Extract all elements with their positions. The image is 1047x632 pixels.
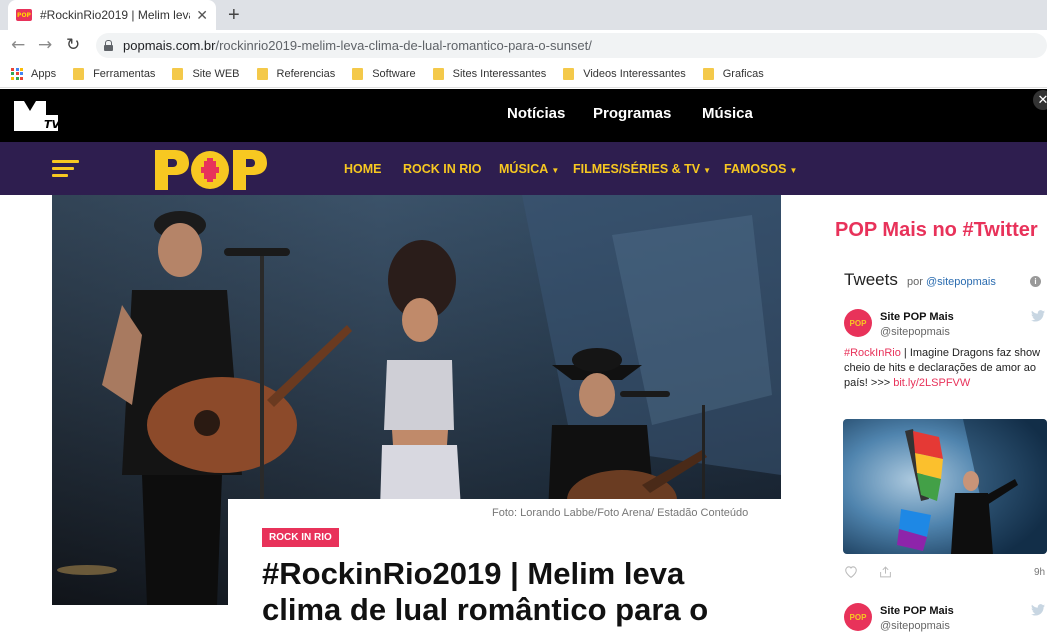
sidebar-title: POP Mais no #Twitter [835,219,1038,241]
bookmark-label: Ferramentas [93,67,156,80]
bookmark-label: Sites Interessantes [452,67,547,80]
mtv-nav-programas[interactable]: Programas [593,105,671,122]
bookmark-label: Videos Interessantes [583,67,686,80]
folder-icon [172,67,184,80]
back-icon[interactable]: ← [11,35,25,55]
browser-toolbar: ← → ↻ popmais.com.br/rockinrio2019-melim… [0,30,1047,60]
address-bar[interactable]: popmais.com.br/rockinrio2019-melim-leva-… [96,33,1047,58]
browser-tab-bar: POP #RockinRio2019 | Melim leva clim ✕ + [0,0,1047,30]
bookmark-apps[interactable]: Apps [11,67,57,80]
twitter-bird-icon[interactable] [1031,604,1045,616]
nav-label: HOME [344,162,382,176]
bookmark-label: Apps [31,67,57,80]
tab-title: #RockinRio2019 | Melim leva clim [40,8,190,22]
nav-label: ROCK IN RIO [403,162,482,176]
tweet-hashtag[interactable]: #RockInRio [844,347,901,359]
mtv-nav-musica[interactable]: Música [702,105,753,122]
forward-icon[interactable]: → [38,35,52,55]
pop-nav-rock-in-rio[interactable]: ROCK IN RIO [403,162,481,176]
svg-text:TV: TV [44,118,58,131]
category-badge[interactable]: ROCK IN RIO [262,528,339,547]
chevron-down-icon: ▼ [551,166,560,175]
bookmark-software[interactable]: Software [352,67,416,80]
bookmark-referencias[interactable]: Referencias [256,67,336,80]
tweet-author-handle[interactable]: @sitepopmais [880,326,950,338]
tweet-author-name[interactable]: Site POP Mais [880,605,954,617]
folder-icon [256,67,268,80]
mtv-logo[interactable]: TV [14,101,58,131]
chevron-down-icon: ▼ [789,166,798,175]
tweet-author-name[interactable]: Site POP Mais [880,311,954,323]
new-tab-icon[interactable]: + [228,4,240,27]
info-icon[interactable]: i [1030,276,1041,287]
tweets-heading: Tweets [844,270,898,289]
nav-label: MÚSICA [499,162,549,176]
nav-label: FILMES/SÉRIES & TV [573,162,701,176]
tweet-text: #RockInRio | Imagine Dragons faz show ch… [844,346,1044,391]
tweet-time[interactable]: 9h [1034,567,1045,578]
bookmark-label: Software [372,67,416,80]
pop-navbar: HOME ROCK IN RIO MÚSICA ▼ FILMES/SÉRIES &… [0,142,1047,195]
folder-icon [563,67,575,80]
article-headline: #RockinRio2019 | Melim leva clima de lua… [262,556,709,627]
bookmark-sites-interessantes[interactable]: Sites Interessantes [432,67,547,80]
pop-nav-home[interactable]: HOME [344,162,382,176]
bookmark-site-web[interactable]: Site WEB [172,67,240,80]
twitter-bird-icon[interactable] [1031,310,1045,322]
photo-credit: Foto: Lorando Labbe/Foto Arena/ Estadão … [492,507,749,519]
menu-icon[interactable] [52,160,79,178]
nav-label: FAMOSOS [724,162,787,176]
tweet-link[interactable]: bit.ly/2LSPFVW [893,377,970,389]
pop-nav-musica[interactable]: MÚSICA ▼ [499,162,559,176]
close-tab-icon[interactable]: ✕ [196,7,208,24]
tweets-by-label: por [907,276,923,288]
bookmark-label: Site WEB [192,67,240,80]
bookmark-ferramentas[interactable]: Ferramentas [73,67,156,80]
close-icon[interactable]: ✕ [1033,90,1047,110]
apps-grid-icon [11,67,23,80]
avatar[interactable]: POP [844,309,872,337]
lock-icon [104,40,113,51]
chevron-down-icon: ▼ [703,166,712,175]
bookmark-label: Referencias [276,67,336,80]
share-icon[interactable] [879,566,892,578]
folder-icon [702,67,714,80]
pop-plus-logo[interactable] [153,148,271,192]
tweet-media-image[interactable] [843,419,1047,554]
tweet-author-handle[interactable]: @sitepopmais [880,620,950,632]
folder-icon [432,67,444,80]
folder-icon [73,67,85,80]
folder-icon [352,67,364,80]
avatar[interactable]: POP [844,603,872,631]
url-path: /rockinrio2019-melim-leva-clima-de-lual-… [215,38,592,53]
bookmarks-bar: Apps Ferramentas Site WEB Referencias So… [0,60,1047,88]
tweets-by: por @sitepopmais [907,276,996,288]
browser-tab[interactable]: POP #RockinRio2019 | Melim leva clim ✕ [8,0,216,30]
heart-icon[interactable] [844,565,858,578]
pop-nav-filmes-series-tv[interactable]: FILMES/SÉRIES & TV ▼ [573,162,711,176]
bookmark-label: Graficas [722,67,764,80]
tweets-handle-link[interactable]: @sitepopmais [926,276,996,288]
url-domain: popmais.com.br [123,38,216,53]
reload-icon[interactable]: ↻ [66,35,80,55]
pop-favicon-icon: POP [16,9,32,21]
mtv-header: TV Notícias Programas Música ✕ [0,89,1047,142]
bookmark-graficas[interactable]: Graficas [702,67,764,80]
mtv-nav-noticias[interactable]: Notícias [507,105,565,122]
pop-nav-famosos[interactable]: FAMOSOS ▼ [724,162,797,176]
bookmark-videos-interessantes[interactable]: Videos Interessantes [563,67,686,80]
